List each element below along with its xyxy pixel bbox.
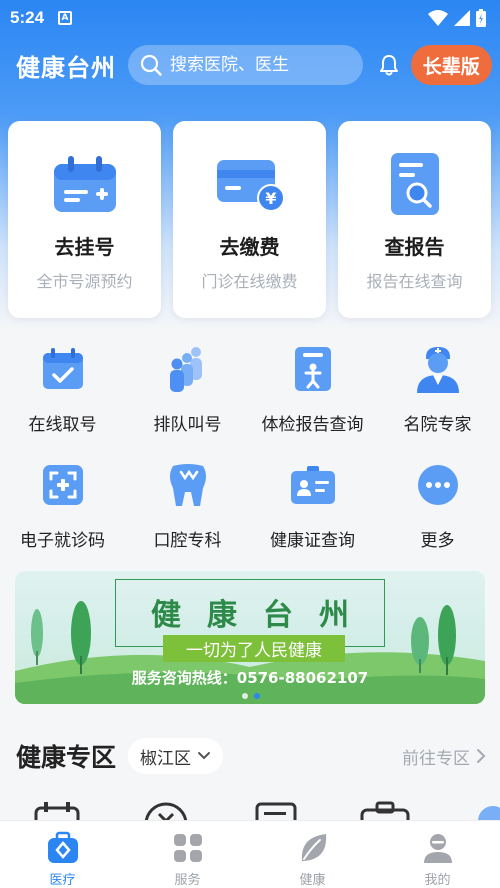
district-label: 椒江区 — [140, 748, 192, 769]
grid-label: 更多 — [420, 531, 455, 551]
card-subtitle: 门诊在线缴费 — [201, 272, 298, 291]
signal-icon — [454, 10, 470, 26]
health-id-icon — [290, 466, 335, 504]
tab-mine[interactable]: 我的 — [375, 821, 500, 888]
banner-pagination — [242, 693, 260, 699]
checkup-report-icon — [294, 347, 331, 391]
tab-medical[interactable]: 医疗 — [0, 821, 125, 888]
grid-label: 口腔专科 — [153, 531, 222, 551]
calendar-add-icon — [53, 156, 116, 212]
status-bar: 5:24 A — [0, 0, 500, 36]
more-icon — [417, 465, 458, 505]
card-title: 查报告 — [384, 235, 445, 259]
promo-banner[interactable]: 健康台州 一切为了人民健康 服务咨询热线：0576-88062107 — [15, 571, 485, 704]
go-to-zone-link[interactable]: 前往专区 — [402, 744, 486, 769]
service-grid-icon — [173, 834, 202, 862]
card-subtitle: 全市号源预约 — [36, 272, 133, 291]
grid-item-experts[interactable]: 名院专家 — [375, 336, 500, 452]
grid-item-checkup-report[interactable]: 体检报告查询 — [250, 336, 375, 452]
report-search-icon — [390, 153, 439, 215]
card-report[interactable]: 查报告 报告在线查询 — [338, 121, 491, 318]
main-services: 去挂号 全市号源预约 ¥ 去缴费 门诊在线缴费 查报告 报告在线查询 — [8, 121, 492, 318]
tab-health[interactable]: 健康 — [250, 821, 375, 888]
tab-label: 健康 — [299, 873, 326, 888]
chevron-down-icon — [198, 752, 211, 760]
grid-item-dental[interactable]: 口腔专科 — [125, 452, 250, 568]
user-icon — [423, 834, 452, 863]
search-input[interactable] — [170, 55, 340, 75]
tab-service[interactable]: 服务 — [125, 821, 250, 888]
payment-card-icon: ¥ — [216, 160, 285, 212]
grid-item-queue[interactable]: 排队叫号 — [125, 336, 250, 452]
calendar-check-icon — [42, 348, 83, 389]
card-title: 去挂号 — [54, 235, 115, 259]
queue-people-icon — [169, 347, 202, 392]
status-time: 5:24 — [10, 8, 45, 27]
qr-scan-icon — [42, 465, 83, 505]
grid-item-e-code[interactable]: 电子就诊码 — [0, 452, 125, 568]
svg-text:¥: ¥ — [265, 189, 276, 208]
app-header: 健康台州 长辈版 — [0, 40, 500, 90]
page-dot — [242, 693, 248, 699]
medical-bag-icon — [47, 831, 78, 863]
card-payment[interactable]: ¥ 去缴费 门诊在线缴费 — [173, 121, 326, 318]
tab-label: 服务 — [174, 873, 201, 888]
grid-label: 健康证查询 — [270, 531, 355, 551]
page-dot-active — [254, 693, 260, 699]
chevron-right-icon — [477, 749, 486, 763]
search-icon — [140, 54, 162, 76]
grid-label: 电子就诊码 — [20, 531, 105, 551]
tab-label: 医疗 — [49, 873, 76, 888]
card-subtitle: 报告在线查询 — [366, 272, 463, 291]
grid-label: 体检报告查询 — [261, 415, 364, 435]
wifi-icon — [428, 10, 448, 26]
doctor-icon — [416, 347, 459, 393]
notification-bell[interactable] — [375, 51, 403, 79]
district-selector[interactable]: 椒江区 — [128, 738, 224, 774]
service-grid: 在线取号 排队叫号 体检报告查询 名院专家 电子就诊码 口腔专科 健康证查询 更… — [0, 336, 500, 568]
app-title: 健康台州 — [16, 53, 116, 82]
bottom-tab-bar: 医疗 服务 健康 我的 — [0, 820, 500, 888]
grid-item-health-cert[interactable]: 健康证查询 — [250, 452, 375, 568]
bell-icon — [379, 55, 398, 76]
health-zone-header: 健康专区 椒江区 前往专区 — [16, 736, 486, 776]
tooth-icon — [169, 464, 206, 506]
banner-slogan: 一切为了人民健康 — [163, 635, 345, 662]
banner-title: 健康台州 — [151, 598, 375, 633]
card-title: 去缴费 — [219, 235, 280, 259]
notification-icon: A — [58, 11, 73, 25]
grid-label: 名院专家 — [403, 415, 472, 435]
grid-item-more[interactable]: 更多 — [375, 452, 500, 568]
battery-icon — [476, 9, 486, 27]
card-register[interactable]: 去挂号 全市号源预约 — [8, 121, 161, 318]
elder-mode-button[interactable]: 长辈版 — [410, 45, 492, 85]
go-to-zone-label: 前往专区 — [402, 748, 470, 769]
grid-label: 在线取号 — [28, 415, 97, 435]
grid-label: 排队叫号 — [153, 415, 222, 435]
tab-label: 我的 — [424, 873, 451, 888]
search-bar[interactable] — [128, 45, 363, 85]
leaf-icon — [301, 834, 326, 861]
banner-hotline: 服务咨询热线：0576-88062107 — [131, 669, 369, 687]
section-title: 健康专区 — [16, 743, 117, 772]
grid-item-online-number[interactable]: 在线取号 — [0, 336, 125, 452]
